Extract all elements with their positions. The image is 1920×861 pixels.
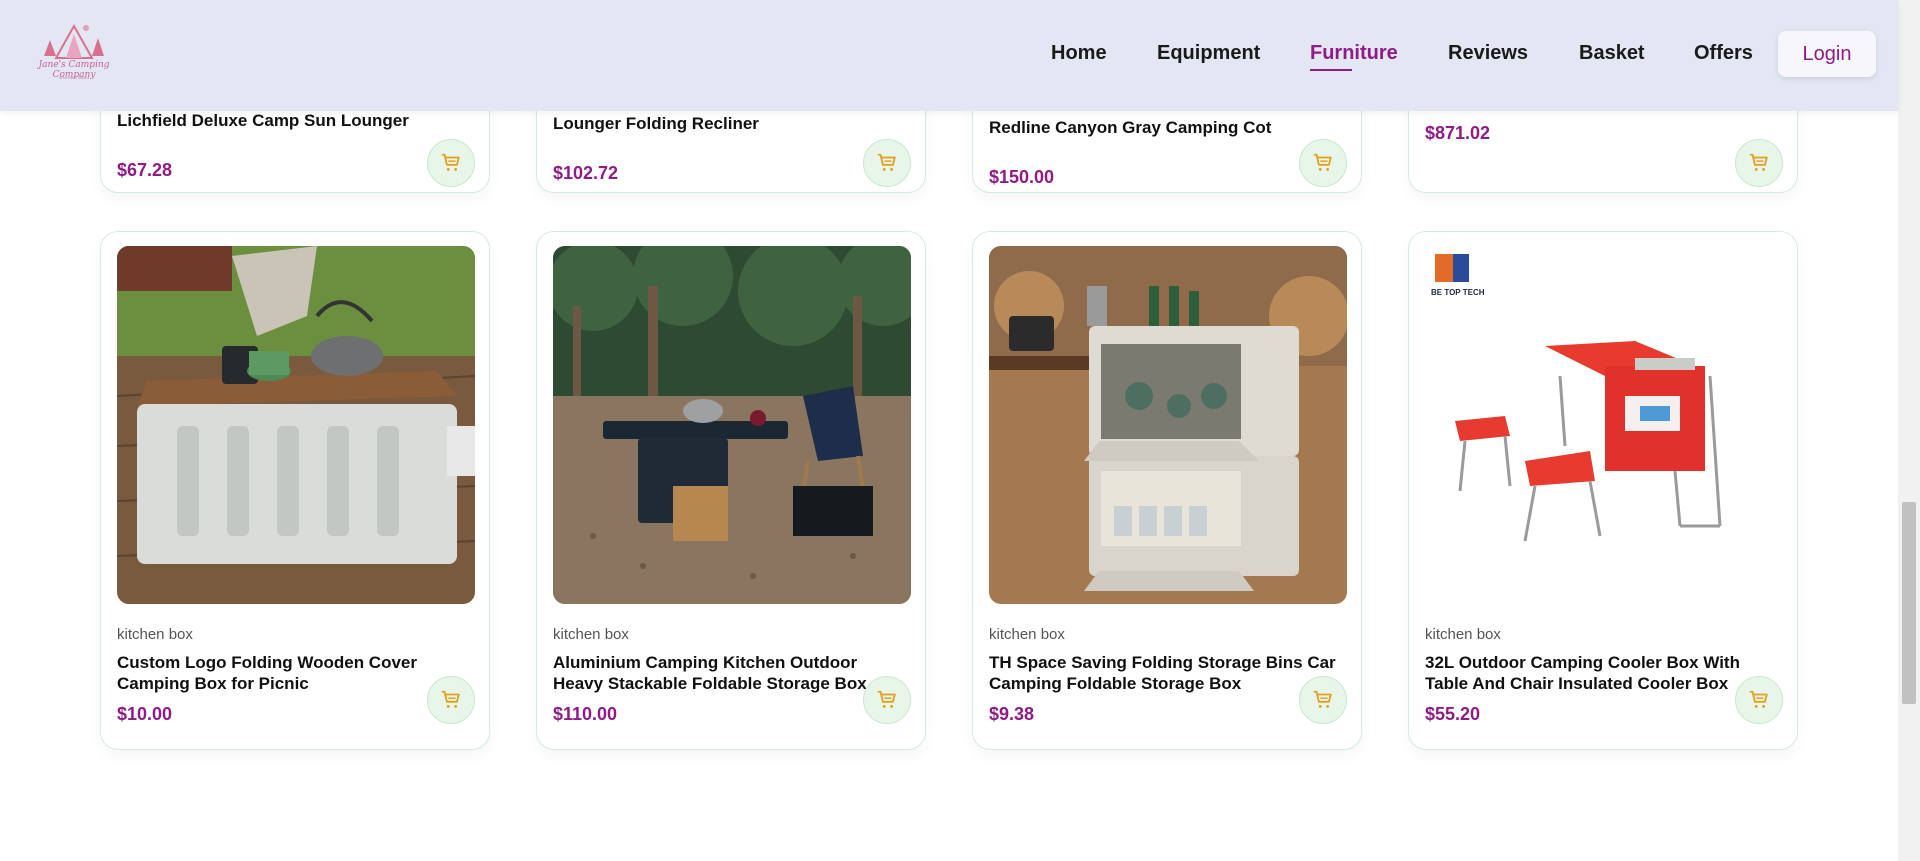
product-card[interactable]: kitchen box Custom Logo Folding Wooden C… [100, 231, 490, 750]
product-card[interactable]: kitchen box Aluminium Camping Kitchen Ou… [536, 231, 926, 750]
product-price: $9.38 [989, 704, 1035, 724]
nav-furniture[interactable]: Furniture [1310, 42, 1398, 65]
camping-kitchen-photo [553, 246, 911, 604]
cart-icon [877, 690, 896, 708]
product-image[interactable] [553, 246, 911, 604]
product-title-line-1: Aluminium Camping Kitchen Outdoor [553, 653, 858, 672]
add-to-cart-button[interactable] [427, 139, 475, 187]
scrollbar-thumb[interactable] [1902, 502, 1916, 704]
cart-icon [1749, 690, 1768, 708]
cart-icon [1313, 690, 1332, 708]
product-title-line-1: Custom Logo Folding Wooden Cover [117, 653, 417, 672]
nav-home[interactable]: Home [1051, 42, 1107, 65]
product-title-line-1: 32L Outdoor Camping Cooler Box With [1425, 653, 1740, 672]
product-price: $871.02 [1425, 123, 1491, 143]
add-to-cart-button[interactable] [1299, 676, 1347, 724]
product-price: $150.00 [989, 167, 1055, 187]
add-to-cart-button[interactable] [863, 139, 911, 187]
cart-icon [877, 153, 896, 171]
product-price: $102.72 [553, 163, 619, 183]
product-title: Aluminium Camping Kitchen Outdoor Heavy … [553, 652, 915, 694]
product-price: $67.28 [117, 160, 173, 180]
brand-badge-text: BE TOP TECH [1431, 288, 1485, 297]
product-title: TH Space Saving Folding Storage Bins Car… [989, 652, 1351, 694]
cart-icon [441, 153, 460, 171]
login-button[interactable]: Login [1778, 31, 1876, 77]
product-title: Lichfield Deluxe Camp Sun Lounger [117, 111, 409, 130]
add-to-cart-button[interactable] [1735, 676, 1783, 724]
brand-logo[interactable]: Jane's Camping Company Adventure Awaits [20, 18, 128, 86]
add-to-cart-button[interactable] [1735, 139, 1783, 187]
nav-equipment[interactable]: Equipment [1157, 42, 1260, 65]
product-price: $55.20 [1425, 704, 1481, 724]
storage-bins-photo [989, 246, 1347, 604]
cart-icon [1749, 153, 1768, 171]
product-title: Redline Canyon Gray Camping Cot [989, 118, 1272, 137]
product-price: $10.00 [117, 704, 173, 724]
product-title: 32L Outdoor Camping Cooler Box With Tabl… [1425, 652, 1787, 694]
product-category: kitchen box [117, 626, 193, 643]
product-title: Lounger Folding Recliner [553, 114, 759, 133]
product-image[interactable] [989, 246, 1347, 604]
product-card[interactable]: kitchen box TH Space Saving Folding Stor… [972, 231, 1362, 750]
nav-basket[interactable]: Basket [1579, 42, 1645, 65]
product-category: kitchen box [989, 626, 1065, 643]
logo-subtext: Adventure Awaits [58, 75, 90, 80]
product-title-line-2: Table And Chair Insulated Cooler Box [1425, 674, 1729, 693]
product-image[interactable]: BE TOP TECH [1425, 246, 1783, 604]
product-title-line-2: Camping Box for Picnic [117, 674, 309, 693]
nav-reviews[interactable]: Reviews [1448, 42, 1528, 65]
product-title-line-1: TH Space Saving Folding Storage Bins Car [989, 653, 1336, 672]
product-card[interactable]: BE TOP TECH kitchen box 32L Outdoor Camp… [1408, 231, 1798, 750]
add-to-cart-button[interactable] [427, 676, 475, 724]
site-header: Jane's Camping Company Adventure Awaits … [0, 0, 1898, 111]
product-price: $110.00 [553, 704, 618, 724]
add-to-cart-button[interactable] [863, 676, 911, 724]
product-title-line-2: Camping Foldable Storage Box [989, 674, 1242, 693]
nav-active-indicator [1310, 69, 1352, 71]
add-to-cart-button[interactable] [1299, 139, 1347, 187]
cart-icon [1313, 153, 1332, 171]
page-scrollbar[interactable] [1898, 0, 1920, 861]
product-title-line-2: Heavy Stackable Foldable Storage Box [553, 674, 867, 693]
storage-box-photo [117, 246, 475, 604]
product-category: kitchen box [553, 626, 629, 643]
cart-icon [441, 690, 460, 708]
product-image[interactable] [117, 246, 475, 604]
product-category: kitchen box [1425, 626, 1501, 643]
nav-offers[interactable]: Offers [1694, 42, 1753, 65]
brand-badge-icon [1435, 254, 1469, 282]
product-title: Custom Logo Folding Wooden Cover Camping… [117, 652, 479, 694]
cooler-table-photo: BE TOP TECH [1425, 246, 1783, 604]
